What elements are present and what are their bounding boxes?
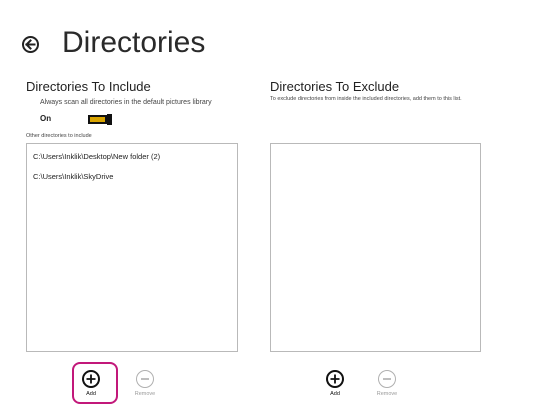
- toggle-fill: [90, 117, 105, 122]
- list-item[interactable]: C:\Users\Inklik\Desktop\New folder (2): [33, 152, 160, 161]
- include-remove-label: Remove: [134, 391, 156, 397]
- scan-default-library-toggle[interactable]: [88, 114, 112, 125]
- arrow-left-icon: [25, 39, 36, 50]
- other-directories-label: Other directories to include: [26, 133, 92, 139]
- minus-icon: [141, 378, 149, 380]
- exclude-remove-label: Remove: [376, 391, 398, 397]
- include-remove-button[interactable]: [136, 370, 154, 388]
- page-title: Directories: [62, 26, 206, 59]
- exclude-add-label: Add: [330, 391, 340, 397]
- toggle-state-label: On: [40, 114, 52, 123]
- include-directories-list[interactable]: C:\Users\Inklik\Desktop\New folder (2) C…: [26, 143, 238, 352]
- include-section-title: Directories To Include: [26, 79, 151, 94]
- plus-icon: [86, 374, 96, 384]
- plus-icon: [330, 374, 340, 384]
- exclude-description: To exclude directories from inside the i…: [270, 96, 462, 102]
- toggle-knob[interactable]: [107, 114, 112, 125]
- list-item[interactable]: C:\Users\Inklik\SkyDrive: [33, 172, 113, 181]
- exclude-section-title: Directories To Exclude: [270, 79, 400, 94]
- exclude-directories-list[interactable]: [270, 143, 481, 352]
- include-add-button[interactable]: [82, 370, 100, 388]
- exclude-add-button[interactable]: [326, 370, 344, 388]
- back-button[interactable]: [22, 36, 39, 53]
- minus-icon: [383, 378, 391, 380]
- exclude-remove-button[interactable]: [378, 370, 396, 388]
- include-add-label: Add: [86, 391, 96, 397]
- scan-default-library-label: Always scan all directories in the defau…: [40, 99, 212, 106]
